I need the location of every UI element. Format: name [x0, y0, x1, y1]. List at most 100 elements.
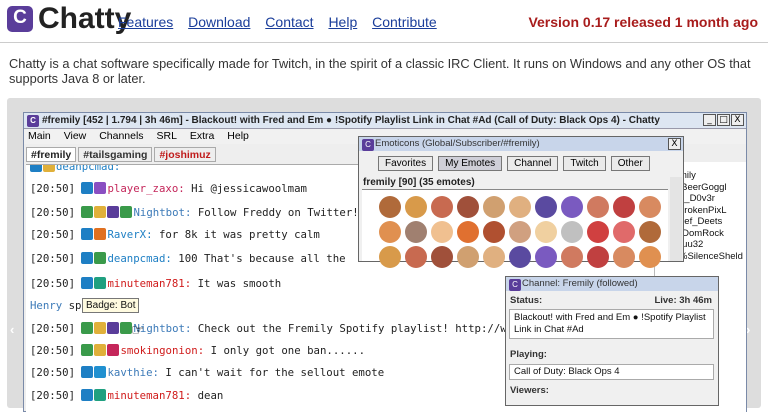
message-username[interactable]: player_zaxo:: [107, 182, 184, 195]
chat-message[interactable]: [20:50] deanpcmad: 100 That's because al…: [30, 248, 346, 270]
message-username[interactable]: deanpcmad:: [107, 252, 171, 265]
chat-message[interactable]: deanpcmad:: [30, 165, 120, 178]
emote-icon[interactable]: [561, 196, 583, 218]
emote-tab-favorites[interactable]: Favorites: [378, 156, 434, 171]
nav-features-link[interactable]: Features: [118, 14, 173, 30]
emote-icon[interactable]: [457, 221, 479, 243]
maximize-button[interactable]: □: [717, 114, 730, 126]
emote-icon[interactable]: [639, 196, 661, 218]
chat-message[interactable]: [20:50] RaverX: for 8k it was pretty cal…: [30, 224, 320, 246]
emote-icon[interactable]: [509, 246, 531, 268]
user-badge-icon[interactable]: [94, 389, 107, 401]
user-badge-icon[interactable]: [30, 165, 42, 172]
tab-tailsgaming[interactable]: #tailsgaming: [78, 147, 153, 162]
user-badge-icon[interactable]: [43, 165, 55, 172]
user-list-item[interactable]: ruu32: [679, 239, 746, 251]
chat-message[interactable]: [20:50] Nightbot: Follow Freddy on Twitt…: [30, 202, 359, 224]
close-button[interactable]: X: [731, 114, 744, 126]
emote-scrollbar[interactable]: [670, 177, 682, 261]
nav-contribute-link[interactable]: Contribute: [372, 14, 437, 30]
user-badge-icon[interactable]: [81, 228, 94, 240]
emote-icon[interactable]: [613, 246, 635, 268]
user-badge-icon[interactable]: [81, 389, 94, 401]
minimize-button[interactable]: _: [703, 114, 716, 126]
emote-icon[interactable]: [561, 246, 583, 268]
user-badge-icon[interactable]: [107, 206, 120, 218]
emote-icon[interactable]: [587, 196, 609, 218]
user-list-item[interactable]: lBeerGoggl: [679, 182, 746, 194]
message-username[interactable]: smokingonion:: [120, 344, 204, 357]
menu-help[interactable]: Help: [227, 130, 249, 142]
emote-icon[interactable]: [431, 196, 453, 218]
emote-icon[interactable]: [561, 221, 583, 243]
chat-message[interactable]: [20:50] smokingonion: I only got one ban…: [30, 340, 365, 362]
user-badge-icon[interactable]: [120, 206, 133, 218]
user-list-item[interactable]: n_D0v3r: [679, 193, 746, 205]
nav-download-link[interactable]: Download: [188, 14, 250, 30]
emote-icon[interactable]: [587, 221, 609, 243]
user-badge-icon[interactable]: [94, 366, 107, 378]
tab-fremily[interactable]: #fremily: [26, 147, 77, 162]
nav-contact-link[interactable]: Contact: [265, 14, 313, 30]
emote-tab-channel[interactable]: Channel: [507, 156, 559, 171]
user-list-item[interactable]: brokenPixL: [679, 205, 746, 217]
emote-icon[interactable]: [431, 221, 453, 243]
user-badge-icon[interactable]: [81, 344, 94, 356]
message-username[interactable]: deanpcmad:: [56, 165, 120, 173]
emoticons-close-button[interactable]: X: [668, 138, 681, 150]
emote-icon[interactable]: [405, 246, 427, 268]
emote-icon[interactable]: [405, 196, 427, 218]
nav-help-link[interactable]: Help: [328, 14, 357, 30]
menu-extra[interactable]: Extra: [190, 130, 215, 142]
emote-grid[interactable]: [362, 189, 668, 268]
chat-message[interactable]: [20:50] kavthie: I can't wait for the se…: [30, 362, 384, 384]
menu-main[interactable]: Main: [28, 130, 51, 142]
emote-icon[interactable]: [457, 246, 479, 268]
emote-icon[interactable]: [483, 221, 505, 243]
emote-icon[interactable]: [431, 246, 453, 268]
user-badge-icon[interactable]: [94, 277, 107, 289]
user-badge-icon[interactable]: [94, 344, 107, 356]
emote-icon[interactable]: [613, 221, 635, 243]
user-badge-icon[interactable]: [94, 252, 107, 264]
emote-icon[interactable]: [379, 246, 401, 268]
emote-icon[interactable]: [483, 246, 505, 268]
user-list-item[interactable]: hef_Deets: [679, 216, 746, 228]
prev-slide-icon[interactable]: ‹: [10, 322, 14, 337]
emote-icon[interactable]: [639, 246, 661, 268]
emote-tab-other[interactable]: Other: [610, 156, 650, 171]
chat-message[interactable]: [20:50] player_zaxo: Hi @jessicawoolmam: [30, 178, 307, 200]
user-badge-icon[interactable]: [81, 206, 94, 218]
emote-icon[interactable]: [483, 196, 505, 218]
message-username[interactable]: kavthie:: [107, 366, 158, 379]
emote-tab-twitch[interactable]: Twitch: [563, 156, 606, 171]
emote-icon[interactable]: [509, 221, 531, 243]
user-badge-icon[interactable]: [94, 228, 107, 240]
chat-message[interactable]: [20:50] minuteman781: It was smooth: [30, 273, 281, 295]
emote-icon[interactable]: [535, 196, 557, 218]
emote-icon[interactable]: [639, 221, 661, 243]
user-list-item[interactable]: mily: [679, 170, 746, 182]
menu-srl[interactable]: SRL: [156, 130, 176, 142]
message-username[interactable]: RaverX:: [107, 228, 152, 241]
user-badge-icon[interactable]: [107, 322, 120, 334]
user-badge-icon[interactable]: [107, 344, 120, 356]
user-badge-icon[interactable]: [81, 322, 94, 334]
user-badge-icon[interactable]: [94, 322, 107, 334]
user-badge-icon[interactable]: [94, 182, 107, 194]
message-username[interactable]: minuteman781:: [107, 277, 191, 290]
emote-icon[interactable]: [457, 196, 479, 218]
emote-icon[interactable]: [535, 246, 557, 268]
chat-message[interactable]: [20:50] Nightbot: Check out the Fremily …: [30, 318, 520, 340]
message-username[interactable]: Henry: [30, 299, 62, 312]
user-badge-icon[interactable]: [81, 252, 94, 264]
menu-channels[interactable]: Channels: [99, 130, 143, 142]
emote-icon[interactable]: [379, 221, 401, 243]
emote-icon[interactable]: [509, 196, 531, 218]
emote-tab-my-emotes[interactable]: My Emotes: [438, 156, 503, 171]
chat-message[interactable]: [20:50] minuteman781: dean: [30, 385, 223, 407]
emote-icon[interactable]: [613, 196, 635, 218]
chatty-logo-icon[interactable]: C: [7, 6, 33, 32]
user-badge-icon[interactable]: [81, 366, 94, 378]
emote-icon[interactable]: [587, 246, 609, 268]
